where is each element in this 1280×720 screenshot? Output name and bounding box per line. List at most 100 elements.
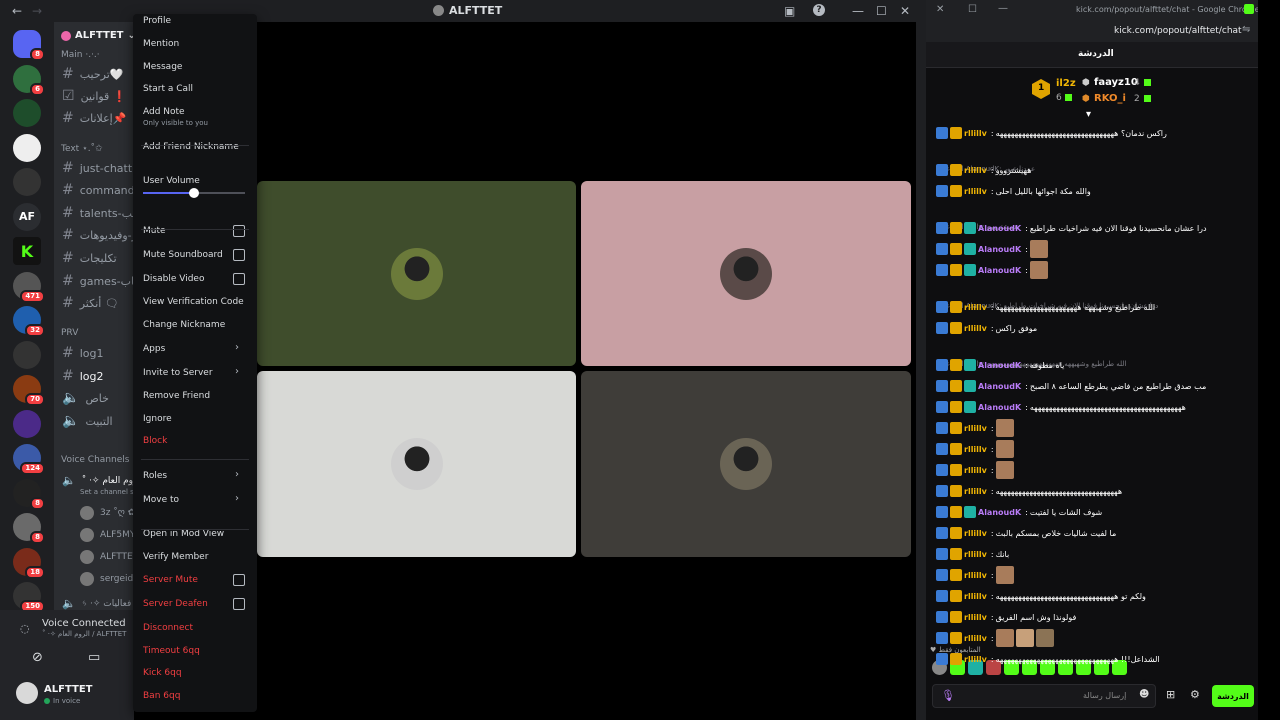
- volume-slider[interactable]: [143, 188, 245, 198]
- server-server-avatar[interactable]: 6: [13, 64, 45, 96]
- channel-item[interactable]: # ترحيب🤍: [62, 66, 124, 82]
- chat-username[interactable]: rllillv: [964, 129, 987, 138]
- voice-connected-title[interactable]: Voice Connected: [42, 618, 126, 629]
- close-icon[interactable]: ✕: [900, 4, 910, 18]
- emote-icon[interactable]: [995, 629, 1014, 647]
- forward-icon[interactable]: →: [32, 4, 42, 18]
- checkbox[interactable]: [233, 273, 245, 285]
- server-server-initials[interactable]: AF: [13, 202, 41, 231]
- menu-item-start-a-call[interactable]: Start a Call: [143, 84, 193, 94]
- category-text[interactable]: Text ⋆.˚✩: [61, 144, 103, 154]
- minimize-icon[interactable]: —: [852, 4, 864, 18]
- emote-icon[interactable]: [995, 461, 1014, 479]
- menu-item-add-note[interactable]: Add Note: [143, 107, 185, 117]
- emote-icon[interactable]: [1029, 261, 1048, 279]
- chat-username[interactable]: rllillv: [964, 592, 987, 601]
- menu-item-move-to[interactable]: Move to: [143, 495, 179, 505]
- channel-item[interactable]: # games-العاب: [62, 273, 134, 289]
- screen-share-icon[interactable]: ▭: [88, 650, 100, 665]
- server-server-avatar[interactable]: 32: [13, 306, 45, 337]
- server-discord-icon[interactable]: 8: [13, 30, 45, 61]
- voice-channel-status[interactable]: Set a channel s: [80, 488, 134, 496]
- signal-icon[interactable]: ◌: [20, 622, 30, 635]
- volume-handle[interactable]: [189, 188, 200, 198]
- chat-username[interactable]: rllillv: [964, 487, 987, 496]
- emote-icon[interactable]: [1035, 629, 1054, 647]
- server-server-avatar[interactable]: 18: [13, 547, 45, 579]
- menu-item-add-friend-nickname[interactable]: Add Friend Nickname: [143, 142, 239, 152]
- menu-item-ban-6qq[interactable]: Ban 6qq: [143, 691, 180, 701]
- channel-item[interactable]: ☑ قوانين ❗: [62, 88, 127, 104]
- category-prv[interactable]: PRV: [61, 328, 78, 338]
- channel-item[interactable]: 🔈 خاص: [62, 390, 109, 406]
- chat-username[interactable]: AlanoudK: [978, 382, 1021, 391]
- server-server-avatar[interactable]: [13, 340, 41, 369]
- category-main[interactable]: Main ·.·.·: [61, 50, 100, 60]
- maximize-icon[interactable]: ☐: [876, 4, 887, 18]
- leader-name-1[interactable]: il2z: [1056, 78, 1076, 89]
- back-icon[interactable]: ←: [12, 4, 22, 18]
- video-tile[interactable]: [581, 181, 911, 366]
- server-server-avatar[interactable]: 8: [13, 513, 45, 544]
- checkbox[interactable]: [233, 225, 245, 237]
- channel-item[interactable]: # log1: [62, 345, 104, 361]
- address-bar[interactable]: kick.com/popout/alfttet/chat ⇋: [926, 20, 1258, 42]
- chat-input[interactable]: 🎙 إرسال رسالة ☻: [932, 684, 1156, 708]
- menu-item-apps[interactable]: Apps: [143, 344, 165, 354]
- voice-connected-subtitle[interactable]: ˚ ·✧ الروم العام / ALFTTET: [42, 630, 126, 638]
- channel-item[interactable]: # commands-: [62, 182, 134, 198]
- chat-username[interactable]: rllillv: [964, 324, 987, 333]
- checkbox[interactable]: [233, 574, 245, 586]
- emote-icon[interactable]: [1029, 240, 1048, 258]
- server-header[interactable]: ALFTTET ⌄: [61, 30, 134, 41]
- voice-member[interactable]: 3z ˚ღ ✿: [80, 506, 134, 520]
- chat-username[interactable]: rllillv: [964, 303, 987, 312]
- chat-username[interactable]: rllillv: [964, 166, 987, 175]
- voice-member[interactable]: ALFTTET: [80, 550, 134, 564]
- chat-username[interactable]: AlanoudK: [978, 403, 1021, 412]
- video-tile[interactable]: [581, 371, 911, 557]
- close-icon[interactable]: ✕: [936, 4, 944, 15]
- menu-item-server-deafen[interactable]: Server Deafen: [143, 599, 208, 609]
- menu-item-verify-member[interactable]: Verify Member: [143, 552, 208, 562]
- server-server-avatar[interactable]: 70: [13, 375, 45, 406]
- voice-member[interactable]: ALF5MY: [80, 528, 134, 542]
- menu-item-message[interactable]: Message: [143, 62, 182, 72]
- menu-item-block[interactable]: Block: [143, 436, 167, 446]
- chat-username[interactable]: AlanoudK: [978, 508, 1021, 517]
- checkbox[interactable]: [233, 249, 245, 261]
- maximize-icon[interactable]: ☐: [968, 4, 977, 15]
- chat-username[interactable]: rllillv: [964, 529, 987, 538]
- menu-item-ignore[interactable]: Ignore: [143, 414, 172, 424]
- channel-item[interactable]: # log2: [62, 368, 104, 384]
- server-server-avatar[interactable]: [13, 168, 41, 196]
- user-name[interactable]: ALFTTET: [44, 684, 92, 695]
- menu-item-change-nickname[interactable]: Change Nickname: [143, 320, 225, 330]
- expand-leaderboard-icon[interactable]: ▾: [1086, 109, 1091, 120]
- microphone-icon[interactable]: 🎙: [941, 689, 955, 702]
- menu-item-profile[interactable]: Profile: [143, 16, 171, 26]
- channel-item[interactable]: 🔈 التبيت: [62, 413, 113, 429]
- channel-item[interactable]: # إعلانات📌: [62, 110, 126, 126]
- video-tile[interactable]: [257, 181, 576, 366]
- server-server-avatar[interactable]: 124: [13, 444, 45, 475]
- camera-off-icon[interactable]: ⊘: [32, 650, 43, 665]
- menu-item-mention[interactable]: Mention: [143, 39, 179, 49]
- voice-member[interactable]: sergeid: [80, 572, 133, 586]
- menu-item-roles[interactable]: Roles: [143, 471, 167, 481]
- menu-item-timeout-6qq[interactable]: Timeout 6qq: [143, 646, 200, 656]
- menu-item-mute-soundboard[interactable]: Mute Soundboard: [143, 250, 223, 260]
- chat-username[interactable]: AlanoudK: [978, 245, 1021, 254]
- chat-username[interactable]: rllillv: [964, 634, 987, 643]
- server-server-avatar[interactable]: 150: [13, 582, 45, 613]
- menu-item-kick-6qq[interactable]: Kick 6qq: [143, 668, 182, 678]
- leader-name-3[interactable]: RKO_i: [1094, 93, 1126, 104]
- checkbox[interactable]: [233, 598, 245, 610]
- chat-username[interactable]: rllillv: [964, 613, 987, 622]
- emote-icon[interactable]: [995, 566, 1014, 584]
- gift-icon[interactable]: ⊞: [1166, 688, 1175, 701]
- menu-item-mute[interactable]: Mute: [143, 226, 166, 236]
- inbox-icon[interactable]: ▣: [784, 4, 795, 18]
- server-server-avatar[interactable]: 471: [13, 271, 45, 303]
- menu-item-remove-friend[interactable]: Remove Friend: [143, 391, 210, 401]
